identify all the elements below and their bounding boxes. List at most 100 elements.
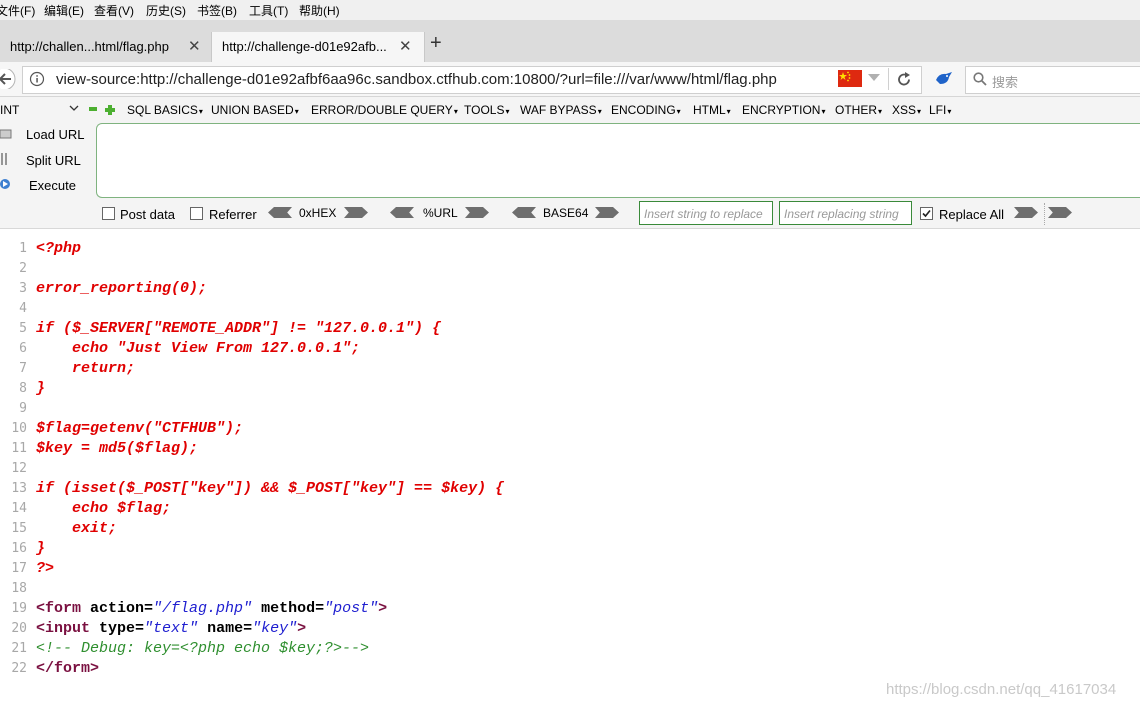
replace-all-label: Replace All — [939, 207, 1005, 222]
split-url-button[interactable]: Split URL — [26, 153, 81, 168]
check-icon — [922, 209, 931, 218]
line-number: 22 — [11, 661, 27, 676]
split-url-icon — [1, 153, 7, 165]
search-placeholder: 搜索 — [992, 75, 1019, 90]
tab-flag-php[interactable]: http://challen...html/flag.php ✕ — [0, 32, 210, 62]
hackbar-menu-xss[interactable]: XSS — [892, 103, 921, 117]
source-line: <!-- Debug: key=<?php echo $key;?>--> — [36, 640, 370, 657]
line-number: 1 — [19, 241, 27, 256]
chevron-down-icon[interactable] — [69, 105, 79, 113]
line-number: 12 — [11, 461, 27, 476]
line-number: 6 — [19, 341, 27, 356]
execute-button[interactable]: Execute — [29, 178, 76, 193]
line-number: 16 — [11, 541, 27, 556]
line-number: 5 — [19, 321, 27, 336]
source-line: $flag=getenv("CTFHUB"); — [36, 420, 244, 437]
source-view — [0, 236, 1140, 708]
info-icon[interactable] — [29, 71, 45, 87]
dropdown-icon[interactable] — [868, 74, 880, 82]
menu-edit[interactable]: 编辑(E) — [44, 2, 84, 19]
line-number: 20 — [11, 621, 27, 636]
replace-all-checkbox[interactable] — [920, 207, 933, 220]
menu-tools[interactable]: 工具(T) — [249, 2, 288, 19]
hackbar-menu-other[interactable]: OTHER — [835, 103, 882, 117]
hackbar-menu-html[interactable]: HTML — [693, 103, 731, 117]
source-line: if (isset($_POST["key"]) && $_POST["key"… — [36, 480, 505, 497]
menu-file[interactable]: 文件(F) — [0, 2, 35, 19]
source-line: <form action="/flag.php" method="post"> — [36, 600, 388, 617]
hackbar-menu-waf-bypass[interactable]: WAF BYPASS — [520, 103, 602, 117]
line-number: 11 — [11, 441, 27, 456]
address-url[interactable]: view-source:http://challenge-d01e92afbf6… — [56, 71, 777, 88]
replace-string-input[interactable]: Insert string to replace — [639, 201, 773, 225]
hackbar-menu-encryption[interactable]: ENCRYPTION — [742, 103, 825, 117]
source-line: echo $flag; — [36, 500, 172, 517]
line-number: 9 — [19, 401, 27, 416]
menu-view[interactable]: 查看(V) — [94, 2, 134, 19]
source-line: <?php — [36, 240, 82, 257]
hackbar-menu-sql-basics[interactable]: SQL BASICS — [127, 103, 203, 117]
close-icon[interactable]: ✕ — [399, 37, 412, 55]
tab-view-source[interactable]: http://challenge-d01e92afb... ✕ — [211, 32, 425, 62]
tab-title: http://challenge-d01e92afb... — [222, 39, 387, 54]
menu-bookmarks[interactable]: 书签(B) — [197, 2, 237, 19]
line-number: 2 — [19, 261, 27, 276]
hackbar-menu-lfi[interactable]: LFI — [929, 103, 951, 117]
plus-icon[interactable] — [104, 104, 116, 116]
source-line: <input type="text" name="key"> — [36, 620, 307, 637]
line-number: 3 — [19, 281, 27, 296]
search-icon — [973, 72, 987, 86]
source-line: </form> — [36, 660, 100, 677]
hackbar-url-textarea[interactable] — [96, 123, 1140, 198]
execute-icon — [0, 179, 10, 189]
watermark: https://blog.csdn.net/qq_41617034 — [886, 681, 1117, 698]
url-encode-label: %URL — [423, 206, 458, 220]
line-number: 8 — [19, 381, 27, 396]
line-number: 10 — [11, 421, 27, 436]
menu-bar: 文件(F) 编辑(E) 查看(V) 历史(S) 书签(B) 工具(T) 帮助(H… — [0, 0, 1140, 20]
source-line: } — [36, 380, 46, 397]
minus-icon[interactable] — [88, 104, 98, 114]
base64-label: BASE64 — [543, 206, 589, 220]
line-number: 13 — [11, 481, 27, 496]
load-url-icon — [0, 129, 12, 139]
line-number: 21 — [11, 641, 27, 656]
replacing-string-input[interactable]: Insert replacing string — [779, 201, 912, 225]
line-number: 19 — [11, 601, 27, 616]
source-line: return; — [36, 360, 136, 377]
source-line: echo "Just View From 127.0.0.1"; — [36, 340, 361, 357]
menu-history[interactable]: 历史(S) — [146, 2, 186, 19]
source-line: } — [36, 540, 46, 557]
hex-label: 0xHEX — [299, 206, 337, 220]
china-flag-icon[interactable] — [838, 70, 862, 87]
new-tab-icon[interactable]: + — [430, 32, 442, 55]
post-data-label: Post data — [120, 207, 175, 222]
hackbar-menu-union-based[interactable]: UNION BASED — [211, 103, 299, 117]
line-number: 18 — [11, 581, 27, 596]
source-line: ?> — [36, 560, 55, 577]
line-number: 7 — [19, 361, 27, 376]
post-data-checkbox[interactable] — [102, 207, 115, 220]
line-number: 4 — [19, 301, 27, 316]
bird-icon[interactable] — [935, 71, 953, 87]
close-icon[interactable]: ✕ — [188, 37, 201, 55]
hackbar-menu-tools[interactable]: TOOLS — [464, 103, 509, 117]
source-line: $key = md5($flag); — [36, 440, 199, 457]
load-url-button[interactable]: Load URL — [26, 127, 85, 142]
line-number: 15 — [11, 521, 27, 536]
separator — [888, 68, 889, 90]
hackbar-select[interactable]: INT — [0, 103, 19, 117]
referrer-checkbox[interactable] — [190, 207, 203, 220]
reload-icon[interactable] — [897, 72, 912, 87]
back-arrow-icon[interactable] — [0, 69, 18, 89]
menu-help[interactable]: 帮助(H) — [299, 2, 340, 19]
tab-strip: http://challen...html/flag.php ✕ http://… — [0, 20, 1140, 62]
referrer-label: Referrer — [209, 207, 257, 222]
line-number: 17 — [11, 561, 27, 576]
line-number: 14 — [11, 501, 27, 516]
hackbar-menu-error-double-query[interactable]: ERROR/DOUBLE QUERY — [311, 103, 458, 117]
hackbar-menu-encoding[interactable]: ENCODING — [611, 103, 681, 117]
source-line: if ($_SERVER["REMOTE_ADDR"] != "127.0.0.… — [36, 320, 442, 337]
source-line: exit; — [36, 520, 118, 537]
tab-title: http://challen...html/flag.php — [10, 39, 169, 54]
